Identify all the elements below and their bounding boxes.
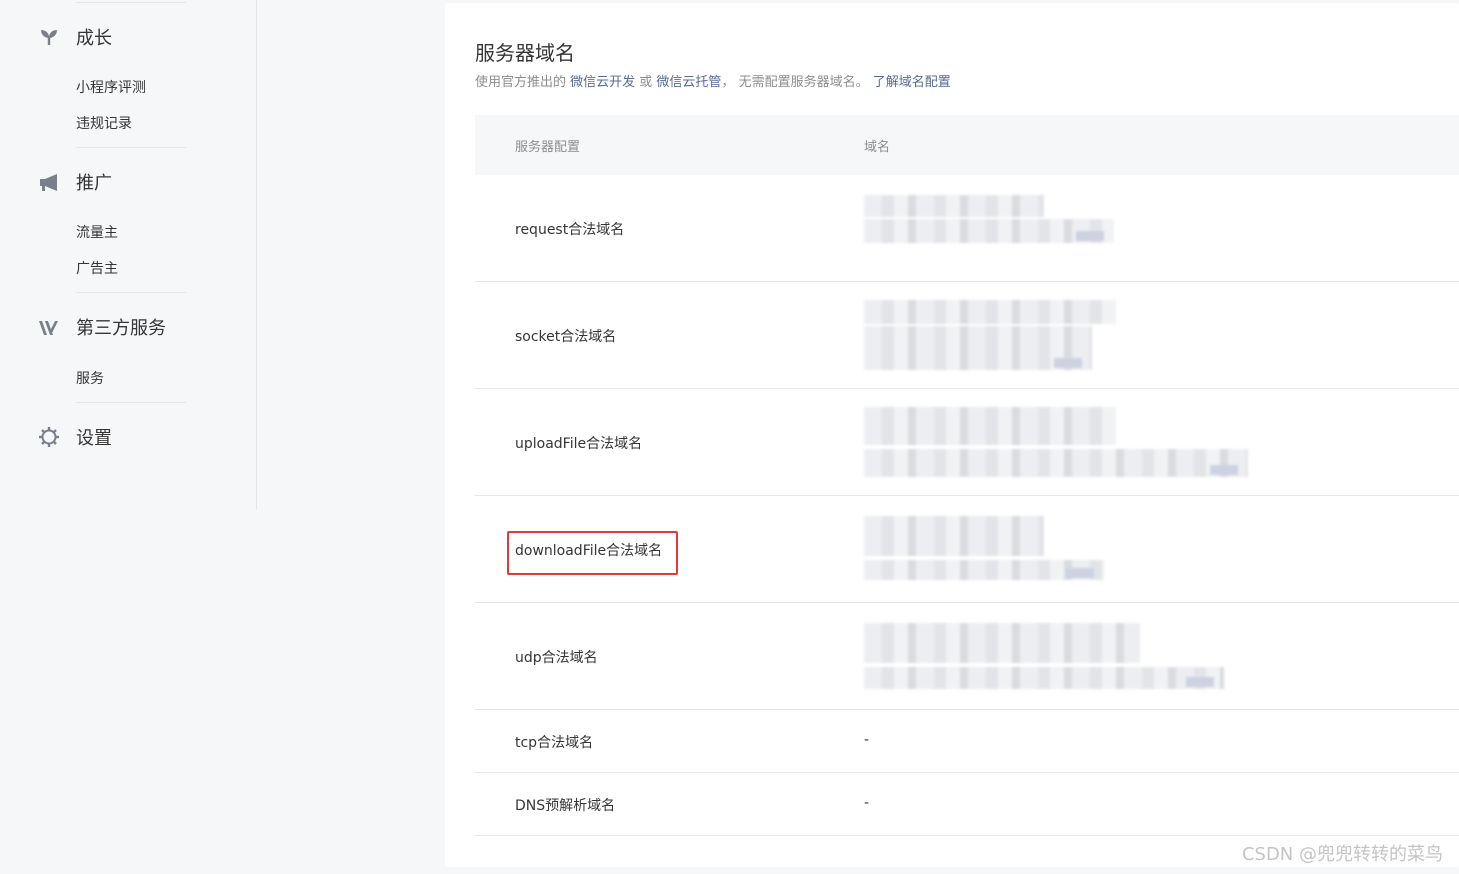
redacted-tint	[1186, 677, 1214, 687]
nav-group-header-growth[interactable]: 成长	[0, 22, 256, 52]
row-label: downloadFile合法域名	[515, 543, 663, 559]
divider	[76, 2, 186, 3]
page-description: 使用官方推出的 微信云开发 或 微信云托管， 无需配置服务器域名。 了解域名配置	[475, 71, 951, 90]
main-panel: 服务器域名 使用官方推出的 微信云开发 或 微信云托管， 无需配置服务器域名。 …	[445, 3, 1459, 867]
redacted-tint	[1054, 358, 1082, 368]
redacted-tint	[1076, 231, 1104, 241]
row-label: DNS预解析域名	[515, 798, 616, 814]
row-label: tcp合法域名	[515, 735, 594, 751]
wechat-cloud-dev-link[interactable]: 微信云开发	[570, 75, 635, 90]
column-header-server-config: 服务器配置	[515, 140, 581, 155]
redacted-domain	[864, 623, 1140, 663]
redacted-domain	[864, 667, 1224, 689]
nav-group-header-promotion[interactable]: 推广	[0, 167, 256, 197]
watermark: CSDN @兜兜转转的菜鸟	[1241, 844, 1443, 865]
nav-group-header-third-party[interactable]: 第三方服务	[0, 312, 256, 342]
redacted-domain	[864, 326, 1092, 370]
redacted-domain	[864, 560, 1104, 580]
column-header-domain: 域名	[864, 140, 891, 155]
divider	[76, 402, 186, 403]
megaphone-icon	[38, 171, 60, 193]
sidebar-item-mini-program-review[interactable]: 小程序评测	[76, 77, 146, 97]
nav-group-title: 成长	[76, 28, 112, 49]
table-row: tcp合法域名 -	[475, 710, 1459, 773]
row-label: request合法域名	[515, 222, 625, 238]
row-label: uploadFile合法域名	[515, 436, 643, 452]
redacted-domain	[864, 449, 1248, 477]
divider	[76, 147, 186, 148]
sidebar-item-services[interactable]: 服务	[76, 368, 104, 388]
sidebar-item-violation-records[interactable]: 违规记录	[76, 113, 132, 133]
server-domain-table: 服务器配置 域名 request合法域名 socket合法域名 uploadFi…	[475, 115, 1459, 836]
divider	[76, 292, 186, 293]
nav-group-growth: 成长 小程序评测 违规记录	[0, 22, 256, 148]
third-party-icon	[38, 316, 60, 338]
desc-text: 或	[635, 75, 657, 90]
table-row: request合法域名	[475, 175, 1459, 282]
sidebar: 成长 小程序评测 违规记录 推广 流量主 广告主 第三方服务 服务 设置	[0, 0, 257, 510]
table-row: DNS预解析域名 -	[475, 773, 1459, 836]
row-value: -	[864, 795, 870, 811]
learn-domain-config-link[interactable]: 了解域名配置	[873, 75, 951, 90]
gear-icon	[38, 426, 60, 448]
table-row: udp合法域名	[475, 603, 1459, 710]
redacted-domain	[864, 219, 1114, 243]
redacted-domain	[864, 300, 1116, 324]
desc-text: 使用官方推出的	[475, 75, 571, 90]
table-row: downloadFile合法域名	[475, 496, 1459, 603]
row-label: socket合法域名	[515, 329, 617, 345]
sprout-icon	[38, 26, 60, 48]
desc-text: ， 无需配置服务器域名。	[721, 75, 873, 90]
nav-group-title: 设置	[76, 428, 112, 449]
nav-group-settings: 设置	[0, 422, 256, 452]
nav-group-title: 第三方服务	[76, 318, 166, 339]
nav-group-promotion: 推广 流量主 广告主	[0, 167, 256, 293]
table-header: 服务器配置 域名	[475, 115, 1459, 175]
table-row: uploadFile合法域名	[475, 389, 1459, 496]
redacted-tint	[1210, 465, 1238, 475]
nav-group-third-party: 第三方服务 服务	[0, 312, 256, 403]
sidebar-item-advertiser[interactable]: 广告主	[76, 258, 118, 278]
row-value: -	[864, 732, 870, 748]
redacted-domain	[864, 516, 1044, 556]
wechat-cloud-hosting-link[interactable]: 微信云托管	[656, 75, 721, 90]
page-title: 服务器域名	[475, 41, 575, 65]
row-label: udp合法域名	[515, 650, 598, 666]
nav-group-header-settings[interactable]: 设置	[0, 422, 256, 452]
table-row: socket合法域名	[475, 282, 1459, 389]
redacted-domain	[864, 195, 1044, 217]
nav-group-title: 推广	[76, 173, 112, 194]
redacted-domain	[864, 407, 1116, 445]
redacted-tint	[1066, 568, 1094, 578]
sidebar-item-traffic-owner[interactable]: 流量主	[76, 222, 118, 242]
